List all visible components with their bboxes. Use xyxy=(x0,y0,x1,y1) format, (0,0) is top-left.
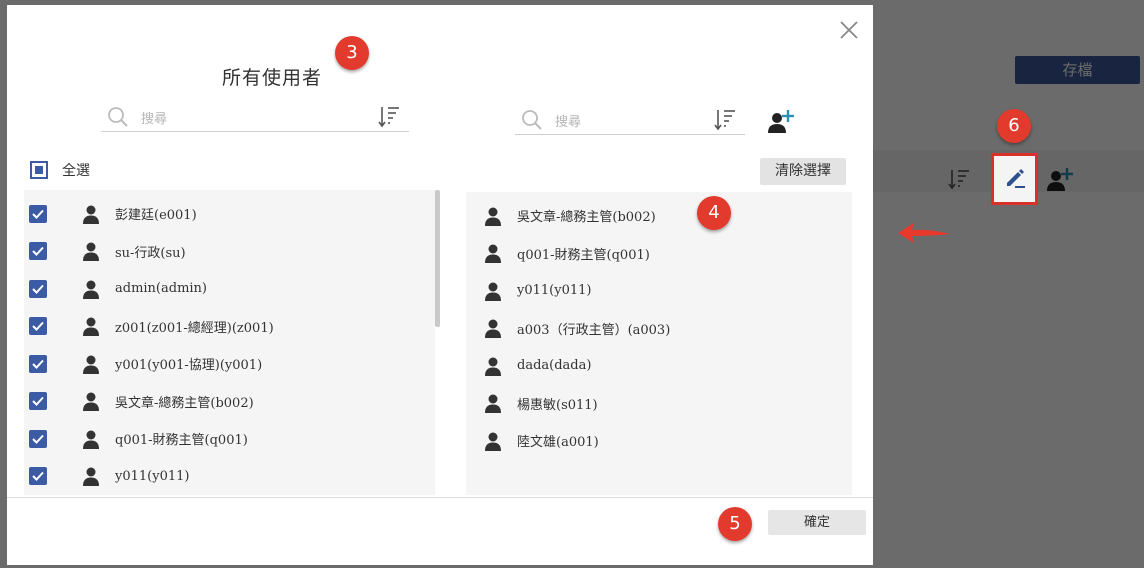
user-name: su-行政(su) xyxy=(115,245,186,261)
selected-user-row[interactable]: y011(y011) xyxy=(483,272,591,309)
user-name: y001(y001-協理)(y001) xyxy=(115,358,263,373)
person-icon xyxy=(483,281,503,301)
user-name: admin(admin) xyxy=(115,281,208,296)
dialog-title: 所有使用者 xyxy=(221,67,322,89)
user-name: q001-財務主管(q001) xyxy=(115,433,248,448)
user-name: 吳文章-總務主管(b002) xyxy=(115,395,254,411)
selected-users-list: 吳文章-總務主管(b002) q001-財務主管(q001) y011(y011) a… xyxy=(466,192,852,495)
check-icon[interactable] xyxy=(29,204,47,223)
select-users-dialog: 所有使用者 搜尋 搜尋 全選 清除選擇 彭建廷(e001) su-行政(su) ad… xyxy=(7,5,873,565)
select-all-label: 全選 xyxy=(62,163,90,179)
left-list-scrollbar[interactable] xyxy=(435,190,440,327)
sort-icon[interactable] xyxy=(377,105,401,133)
check-icon[interactable] xyxy=(29,429,47,448)
user-row[interactable]: su-行政(su) xyxy=(29,233,186,270)
select-all-checkbox[interactable]: 全選 xyxy=(30,160,90,180)
person-icon xyxy=(81,429,101,449)
check-icon[interactable] xyxy=(29,279,47,298)
check-icon[interactable] xyxy=(29,354,47,373)
right-search-placeholder: 搜尋 xyxy=(555,115,582,130)
close-icon[interactable] xyxy=(838,19,860,41)
person-icon xyxy=(483,206,503,226)
check-icon[interactable] xyxy=(29,242,47,260)
sort-icon[interactable] xyxy=(713,108,737,136)
search-icon xyxy=(521,109,543,135)
person-icon xyxy=(483,431,503,451)
footer-divider xyxy=(7,497,873,498)
confirm-button[interactable]: 確定 xyxy=(768,510,866,535)
check-icon[interactable] xyxy=(29,392,47,410)
person-icon xyxy=(483,318,503,338)
check-icon[interactable] xyxy=(29,317,47,335)
person-icon xyxy=(81,241,101,261)
person-icon xyxy=(81,466,101,486)
user-name: z001(z001-總經理)(z001) xyxy=(115,320,274,336)
search-icon xyxy=(107,106,129,132)
step-badge: 5 xyxy=(718,507,752,541)
selected-user-row[interactable]: 楊惠敏(s011) xyxy=(483,385,598,422)
selected-user-row[interactable]: 吳文章-總務主管(b002) xyxy=(483,197,656,234)
person-icon xyxy=(81,391,101,411)
user-name: dada(dada) xyxy=(517,358,592,373)
person-icon xyxy=(483,393,503,413)
user-name: y011(y011) xyxy=(517,283,592,298)
partial-check-icon xyxy=(30,161,48,179)
clear-selection-button[interactable]: 清除選擇 xyxy=(760,158,846,185)
step-badge: 6 xyxy=(997,109,1031,143)
user-row[interactable]: 彭建廷(e001) xyxy=(29,195,197,232)
selected-user-row[interactable]: q001-財務主管(q001) xyxy=(483,235,650,272)
person-icon xyxy=(81,204,101,224)
user-name: y011(y011) xyxy=(115,468,190,484)
selected-user-row[interactable]: 陸文雄(a001) xyxy=(483,422,599,459)
user-name: 吳文章-總務主管(b002) xyxy=(517,210,656,225)
all-users-list: 彭建廷(e001) su-行政(su) admin(admin) z001(z001-… xyxy=(24,190,435,495)
user-row[interactable]: y011(y011) xyxy=(29,458,189,495)
step-badge: 4 xyxy=(697,196,731,230)
person-icon xyxy=(483,356,503,376)
arrow-left-icon xyxy=(896,220,952,250)
user-name: q001-財務主管(q001) xyxy=(517,247,650,263)
add-user-icon[interactable] xyxy=(767,108,795,138)
person-icon xyxy=(81,354,101,374)
user-row[interactable]: z001(z001-總經理)(z001) xyxy=(29,308,274,345)
selected-user-row[interactable]: a003（行政主管）(a003) xyxy=(483,310,670,347)
step-badge: 3 xyxy=(335,36,369,70)
edit-button[interactable] xyxy=(991,153,1038,205)
user-row[interactable]: q001-財務主管(q001) xyxy=(29,420,248,457)
user-name: 楊惠敏(s011) xyxy=(517,397,598,413)
person-icon xyxy=(81,279,101,299)
check-icon[interactable] xyxy=(29,467,47,485)
user-row[interactable]: y001(y001-協理)(y001) xyxy=(29,345,262,382)
person-icon xyxy=(483,243,503,263)
user-name: a003（行政主管）(a003) xyxy=(517,322,671,338)
user-name: 彭建廷(e001) xyxy=(115,208,197,223)
left-search-placeholder: 搜尋 xyxy=(141,112,168,127)
user-row[interactable]: admin(admin) xyxy=(29,270,207,307)
left-search-input[interactable]: 搜尋 xyxy=(101,102,409,132)
right-search-input[interactable]: 搜尋 xyxy=(515,105,745,135)
selected-user-row[interactable]: dada(dada) xyxy=(483,347,591,384)
user-name: 陸文雄(a001) xyxy=(517,435,599,450)
pencil-icon xyxy=(1002,164,1028,194)
user-row[interactable]: 吳文章-總務主管(b002) xyxy=(29,383,254,420)
person-icon xyxy=(81,316,101,336)
